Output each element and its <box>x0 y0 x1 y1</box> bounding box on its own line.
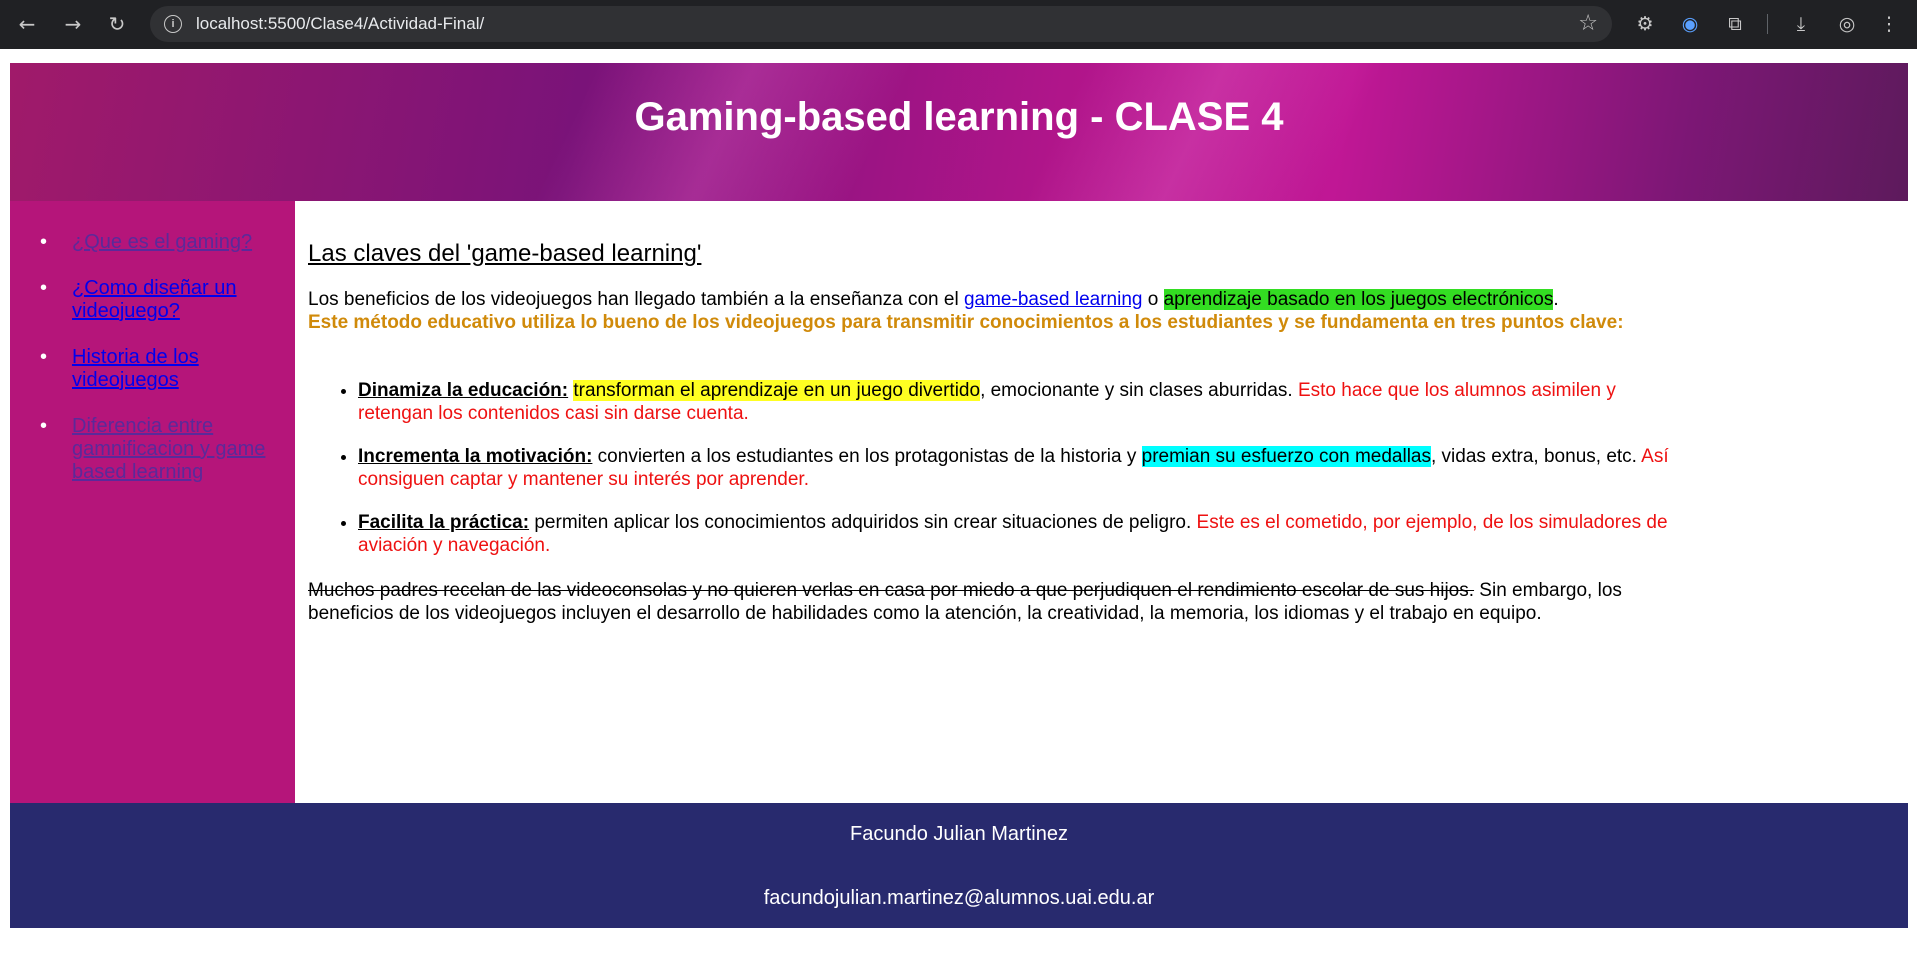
intro-text-3: . <box>1553 289 1559 310</box>
key-point-practica: Facilita la práctica: permiten aplicar l… <box>358 511 1678 557</box>
key-point-dinamiza: Dinamiza la educación: transforman el ap… <box>358 379 1678 425</box>
key-point-title: Facilita la práctica: <box>358 512 530 533</box>
page-header: Gaming-based learning - CLASE 4 <box>10 63 1908 204</box>
address-url[interactable]: localhost:5500/Clase4/Actividad-Final/ <box>196 6 484 42</box>
key-point-highlight: premian su esfuerzo con medallas <box>1141 446 1431 467</box>
author-name: Facundo Julian Martinez <box>850 823 1068 845</box>
author-email: facundojulian.martinez@alumnos.uai.edu.a… <box>763 887 1155 909</box>
web-page: Gaming-based learning - CLASE 4 ¿Que es … <box>10 63 1908 928</box>
key-point-motivacion: Incrementa la motivación: convierten a l… <box>358 445 1678 491</box>
site-info-icon[interactable]: i <box>164 15 182 33</box>
sidebar-link-gaming[interactable]: ¿Que es el gaming? <box>72 231 252 253</box>
toolbar-divider <box>1767 14 1768 34</box>
section-heading: Las claves del 'game-based learning' <box>308 240 702 267</box>
bookmark-star-icon[interactable]: ☆ <box>1578 11 1598 37</box>
address-bar[interactable]: i localhost:5500/Clase4/Actividad-Final/… <box>150 6 1612 42</box>
page-title: Gaming-based learning - CLASE 4 <box>634 95 1284 139</box>
main-content: Las claves del 'game-based learning' Los… <box>295 201 1908 803</box>
read-aloud-icon[interactable]: ◉ <box>1677 11 1703 37</box>
closing-strikethrough: Muchos padres recelan de las videoconsol… <box>308 580 1475 601</box>
game-based-learning-link[interactable]: game-based learning <box>964 289 1143 310</box>
sidebar-link-disenar[interactable]: ¿Como diseñar un videojuego? <box>72 277 237 322</box>
key-point-text: permiten aplicar los conocimientos adqui… <box>529 512 1197 533</box>
intro-paragraph: Los beneficios de los videojuegos han ll… <box>308 288 1648 334</box>
intro-text-2: o <box>1142 289 1164 310</box>
sidebar-item-diferencia: Diferencia entre gamnificacion y game ba… <box>40 415 290 484</box>
sidebar-link-historia[interactable]: Historia de los videojuegos <box>72 346 199 391</box>
extension-robot-icon[interactable]: ⚙ <box>1632 11 1658 37</box>
intro-bold-statement: Este método educativo utiliza lo bueno d… <box>308 312 1624 333</box>
back-arrow-icon[interactable]: ← <box>14 11 40 37</box>
key-point-title: Incrementa la motivación: <box>358 446 593 467</box>
key-point-text-before: convierten a los estudiantes en los prot… <box>592 446 1142 467</box>
page-footer: Facundo Julian Martinez facundojulian.ma… <box>10 803 1908 928</box>
key-point-text: , vidas extra, bonus, etc. <box>1431 446 1642 467</box>
key-points-list: Dinamiza la educación: transforman el ap… <box>308 379 1678 577</box>
intro-highlight: aprendizaje basado en los juegos electró… <box>1163 289 1554 310</box>
profile-icon[interactable]: ◎ <box>1834 11 1860 37</box>
key-point-highlight: transforman el aprendizaje en un juego d… <box>573 380 981 401</box>
sidebar-item-historia: Historia de los videojuegos <box>40 346 290 392</box>
reload-icon[interactable]: ↻ <box>104 11 130 37</box>
sidebar-nav: ¿Que es el gaming? ¿Como diseñar un vide… <box>10 201 295 803</box>
forward-arrow-icon[interactable]: → <box>60 11 86 37</box>
sidebar-link-diferencia[interactable]: Diferencia entre gamnificacion y game ba… <box>72 415 265 483</box>
menu-kebab-icon[interactable]: ⋮ <box>1876 11 1902 37</box>
sidebar-item-gaming: ¿Que es el gaming? <box>40 231 290 254</box>
key-point-text: , emocionante y sin clases aburridas. <box>980 380 1298 401</box>
closing-paragraph: Muchos padres recelan de las videoconsol… <box>308 579 1648 625</box>
key-point-title: Dinamiza la educación: <box>358 380 569 401</box>
intro-text-1: Los beneficios de los videojuegos han ll… <box>308 289 964 310</box>
download-icon[interactable]: ⤓ <box>1788 11 1814 37</box>
sidebar-list: ¿Que es el gaming? ¿Como diseñar un vide… <box>10 231 290 507</box>
browser-toolbar: ← → ↻ i localhost:5500/Clase4/Actividad-… <box>0 0 1917 49</box>
sidebar-item-disenar: ¿Como diseñar un videojuego? <box>40 277 290 323</box>
extensions-puzzle-icon[interactable]: ⧉ <box>1722 11 1748 37</box>
